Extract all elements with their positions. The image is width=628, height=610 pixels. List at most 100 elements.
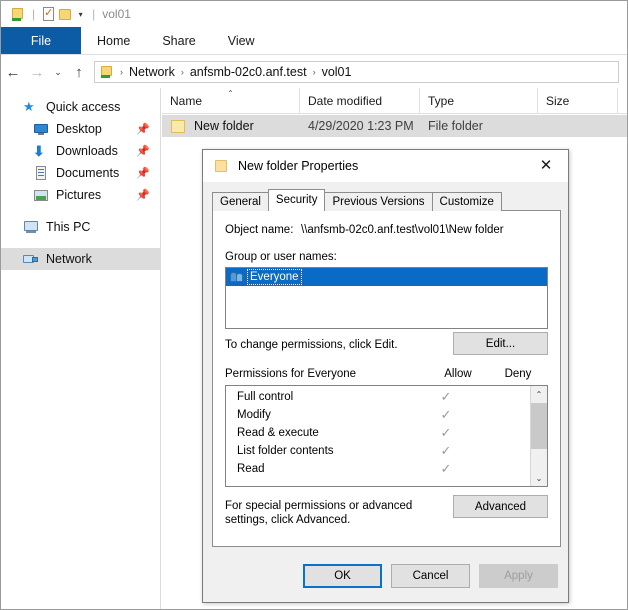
column-header-name[interactable]: ⌃ Name bbox=[162, 87, 300, 114]
tab-general[interactable]: General bbox=[212, 192, 269, 211]
breadcrumb-separator-1: › bbox=[180, 67, 184, 77]
sidebar-label-network: Network bbox=[46, 252, 92, 266]
this-pc-icon bbox=[23, 219, 39, 235]
sidebar-item-downloads[interactable]: ⬇ Downloads 📌 bbox=[1, 140, 160, 162]
advanced-button[interactable]: Advanced bbox=[453, 495, 548, 518]
dialog-title: New folder Properties bbox=[238, 159, 359, 173]
close-icon[interactable]: ✕ bbox=[524, 150, 568, 181]
column-header-row: ⌃ Name Date modified Type Size bbox=[162, 87, 627, 114]
allow-checkmark-icon: ✓ bbox=[440, 461, 452, 476]
pin-icon-downloads[interactable]: 📌 bbox=[136, 145, 150, 158]
ribbon-tab-bar: File Home Share View bbox=[1, 27, 627, 55]
properties-icon[interactable] bbox=[40, 6, 57, 23]
breadcrumb-network[interactable]: Network bbox=[127, 65, 177, 79]
allow-checkmark-icon: ✓ bbox=[440, 389, 452, 404]
cell-date-modified: 4/29/2020 1:23 PM bbox=[308, 119, 414, 133]
permission-label: Modify bbox=[237, 409, 271, 421]
download-icon: ⬇ bbox=[33, 143, 45, 159]
sidebar-item-this-pc[interactable]: This PC bbox=[1, 216, 160, 238]
file-explorer-window: | ▾ | vol01 File Home Share View ← → ⌄ ↑… bbox=[0, 0, 628, 610]
back-button[interactable]: ← bbox=[1, 60, 25, 84]
pin-icon-pictures[interactable]: 📌 bbox=[136, 189, 150, 202]
sidebar-item-documents[interactable]: Documents 📌 bbox=[1, 162, 160, 184]
column-label-type: Type bbox=[428, 93, 455, 108]
up-button[interactable]: ↑ bbox=[67, 60, 91, 84]
group-or-user-names-list[interactable]: Everyone bbox=[225, 267, 548, 329]
pictures-icon bbox=[33, 187, 49, 203]
sidebar-item-desktop[interactable]: Desktop 📌 bbox=[1, 118, 160, 140]
cell-name: New folder bbox=[162, 119, 300, 134]
qat-divider-1: | bbox=[32, 7, 36, 21]
column-label-date-modified: Date modified bbox=[308, 93, 383, 108]
column-header-allow: Allow bbox=[444, 368, 472, 380]
sidebar-label-documents: Documents bbox=[56, 166, 120, 180]
tab-customize[interactable]: Customize bbox=[431, 192, 502, 211]
address-bar[interactable]: › Network › anfsmb-02c0.anf.test › vol01 bbox=[94, 61, 619, 83]
tab-view[interactable]: View bbox=[212, 27, 271, 54]
table-row[interactable]: New folder 4/29/2020 1:23 PM File folder bbox=[162, 115, 627, 137]
breadcrumb-server[interactable]: anfsmb-02c0.anf.test bbox=[188, 65, 309, 79]
permission-row[interactable]: Read & execute ✓ bbox=[226, 424, 530, 442]
permissions-header-row: Permissions for Everyone Allow Deny bbox=[225, 368, 548, 380]
properties-dialog: New folder Properties ✕ General Security… bbox=[202, 149, 569, 603]
sidebar-label-this-pc: This PC bbox=[46, 220, 91, 234]
list-item[interactable]: Everyone bbox=[226, 268, 547, 286]
address-folder-icon bbox=[99, 64, 115, 80]
permissions-list[interactable]: Full control ✓ Modify ✓ Read & execute ✓ bbox=[225, 385, 548, 487]
breadcrumb-separator-2: › bbox=[312, 67, 316, 77]
address-bar-row: ← → ⌄ ↑ › Network › anfsmb-02c0.anf.test… bbox=[1, 56, 627, 88]
sidebar-label-pictures: Pictures bbox=[56, 188, 102, 202]
sidebar-item-pictures[interactable]: Pictures 📌 bbox=[1, 184, 160, 206]
group-or-user-names-label: Group or user names: bbox=[225, 251, 337, 263]
permission-label: List folder contents bbox=[237, 445, 334, 457]
pin-icon-desktop[interactable]: 📌 bbox=[136, 123, 150, 136]
sidebar-item-network[interactable]: Network bbox=[1, 248, 160, 270]
tab-share[interactable]: Share bbox=[146, 27, 211, 54]
forward-button[interactable]: → bbox=[25, 60, 49, 84]
dialog-tab-bar: General Security Previous Versions Custo… bbox=[212, 189, 561, 211]
column-header-size[interactable]: Size bbox=[538, 87, 618, 114]
column-header-date-modified[interactable]: Date modified bbox=[300, 87, 420, 114]
sidebar-label-desktop: Desktop bbox=[56, 122, 102, 136]
scroll-up-icon[interactable]: ⌃ bbox=[531, 386, 547, 402]
permissions-scrollbar[interactable]: ⌃ ⌄ bbox=[530, 386, 547, 486]
permissions-rows: Full control ✓ Modify ✓ Read & execute ✓ bbox=[226, 386, 530, 486]
ok-button[interactable]: OK bbox=[303, 564, 382, 588]
permission-row[interactable]: Modify ✓ bbox=[226, 406, 530, 424]
sidebar-label-downloads: Downloads bbox=[56, 144, 118, 158]
object-name-row: Object name: \\anfsmb-02c0.anf.test\vol0… bbox=[225, 224, 504, 236]
sidebar-item-quick-access[interactable]: ★ Quick access bbox=[1, 96, 160, 118]
scroll-down-icon[interactable]: ⌄ bbox=[531, 470, 547, 486]
permission-row[interactable]: Full control ✓ bbox=[226, 388, 530, 406]
permission-label: Read & execute bbox=[237, 427, 319, 439]
sidebar-label-quick-access: Quick access bbox=[46, 100, 121, 114]
dialog-titlebar: New folder Properties ✕ bbox=[203, 150, 568, 182]
desktop-icon bbox=[33, 121, 49, 137]
tab-security[interactable]: Security bbox=[267, 189, 326, 211]
special-permissions-hint: For special permissions or advanced sett… bbox=[225, 500, 413, 526]
security-tab-panel: Object name: \\anfsmb-02c0.anf.test\vol0… bbox=[212, 210, 561, 547]
pin-icon-documents[interactable]: 📌 bbox=[136, 167, 150, 180]
user-name-label: Everyone bbox=[247, 269, 302, 285]
breadcrumb-share[interactable]: vol01 bbox=[320, 65, 354, 79]
chevron-down-icon[interactable]: ▾ bbox=[74, 10, 87, 19]
folder-pin-icon[interactable] bbox=[10, 6, 27, 23]
recent-locations-button[interactable]: ⌄ bbox=[49, 60, 67, 84]
permission-row[interactable]: Read ✓ bbox=[226, 460, 530, 478]
apply-button[interactable]: Apply bbox=[479, 564, 558, 588]
scrollbar-thumb[interactable] bbox=[531, 403, 547, 449]
tab-home[interactable]: Home bbox=[81, 27, 146, 54]
column-header-type[interactable]: Type bbox=[420, 87, 538, 114]
sort-ascending-icon: ⌃ bbox=[227, 88, 234, 98]
breadcrumb-separator-0: › bbox=[120, 67, 123, 77]
cancel-button[interactable]: Cancel bbox=[391, 564, 470, 588]
tab-previous-versions[interactable]: Previous Versions bbox=[324, 192, 433, 211]
edit-button[interactable]: Edit... bbox=[453, 332, 548, 355]
object-name-label: Object name: bbox=[225, 224, 294, 236]
tab-file[interactable]: File bbox=[1, 27, 81, 54]
window-title: vol01 bbox=[102, 7, 131, 21]
new-folder-icon[interactable] bbox=[57, 6, 74, 23]
folder-icon bbox=[170, 119, 187, 134]
permission-row[interactable]: List folder contents ✓ bbox=[226, 442, 530, 460]
cell-type: File folder bbox=[428, 119, 483, 133]
